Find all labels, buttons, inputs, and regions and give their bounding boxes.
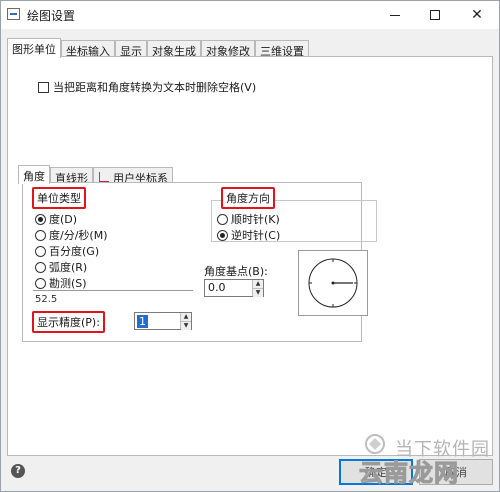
unit-option-radians[interactable]: 弧度(R)	[35, 259, 87, 275]
remove-spaces-checkbox[interactable]	[38, 81, 49, 93]
unit-option-degrees[interactable]: 度(D)	[35, 211, 77, 227]
app-icon	[7, 8, 20, 20]
maximize-icon	[430, 10, 440, 20]
spin-up-icon[interactable]: ▲	[181, 313, 191, 321]
radio-counterclockwise[interactable]	[217, 229, 228, 241]
precision-spin-buttons[interactable]: ▲ ▼	[180, 313, 191, 330]
graphic-units-panel: 当把距离和角度转换为文本时删除空格(V) 角度 直线形 用户坐标系 单位类型 度…	[7, 56, 493, 456]
base-angle-label: 角度基点(B):	[204, 265, 268, 278]
direction-option-label: 逆时针(C)	[231, 229, 281, 242]
precision-value: 1	[137, 315, 148, 328]
base-angle-value[interactable]: 0.0	[205, 280, 252, 296]
tab-object-creation[interactable]: 对象生成	[147, 40, 201, 58]
minimize-button[interactable]	[377, 1, 413, 29]
close-icon: ✕	[471, 7, 483, 23]
maximize-button[interactable]	[417, 1, 453, 29]
unit-option-label: 弧度(R)	[49, 261, 88, 274]
unit-option-label: 度/分/秒(M)	[49, 229, 108, 242]
dialog-window: 绘图设置 ✕ 图形单位 坐标输入 显示 对象生成 对象修改 三维设置 当把距离和…	[0, 0, 500, 492]
close-button[interactable]: ✕	[459, 1, 495, 29]
tab-ucs[interactable]: 用户坐标系	[93, 167, 173, 185]
preview-divider	[33, 290, 193, 291]
tab-angle[interactable]: 角度	[18, 165, 50, 184]
direction-option-label: 顺时针(K)	[231, 213, 280, 226]
radio-dms[interactable]	[35, 229, 46, 241]
angle-preview-box	[298, 250, 368, 316]
title-bar: 绘图设置 ✕	[1, 1, 499, 29]
radio-clockwise[interactable]	[217, 213, 228, 225]
spin-down-icon[interactable]: ▼	[253, 288, 263, 297]
radio-radians[interactable]	[35, 261, 46, 273]
angle-dial-icon	[308, 258, 358, 308]
minimize-icon	[390, 14, 400, 16]
precision-label: 显示精度(P):	[32, 311, 105, 333]
direction-option-counterclockwise[interactable]: 逆时针(C)	[217, 227, 280, 243]
unit-option-surveyor[interactable]: 勘测(S)	[35, 275, 87, 291]
unit-option-label: 度(D)	[49, 213, 78, 226]
radio-degrees[interactable]	[35, 213, 46, 225]
tab-linear[interactable]: 直线形	[50, 167, 93, 185]
base-angle-stepper[interactable]: 0.0 ▲ ▼	[204, 279, 264, 297]
tab-3d-settings[interactable]: 三维设置	[255, 40, 309, 58]
unit-type-label: 单位类型	[32, 187, 86, 209]
settings-tabs: 图形单位 坐标输入 显示 对象生成 对象修改 三维设置	[7, 38, 309, 58]
radio-grads[interactable]	[35, 245, 46, 257]
tab-object-modify[interactable]: 对象修改	[201, 40, 255, 58]
unit-option-label: 百分度(G)	[49, 245, 100, 258]
unit-option-grads[interactable]: 百分度(G)	[35, 243, 99, 259]
base-angle-spin-buttons[interactable]: ▲ ▼	[252, 280, 263, 297]
tab-display[interactable]: 显示	[115, 40, 147, 58]
unit-option-dms[interactable]: 度/分/秒(M)	[35, 227, 108, 243]
unit-preview: 52.5	[35, 294, 58, 305]
precision-stepper[interactable]: 1 ▲ ▼	[134, 312, 192, 330]
unit-option-label: 勘测(S)	[49, 277, 87, 290]
help-icon[interactable]: ?	[11, 464, 25, 478]
spin-down-icon[interactable]: ▼	[181, 321, 191, 330]
spin-up-icon[interactable]: ▲	[253, 280, 263, 288]
unit-subtabs: 角度 直线形 用户坐标系	[18, 165, 173, 185]
direction-label: 角度方向	[221, 187, 275, 209]
window-title: 绘图设置	[27, 9, 76, 23]
remove-spaces-option[interactable]: 当把距离和角度转换为文本时删除空格(V)	[38, 79, 256, 95]
tab-coordinate-input[interactable]: 坐标输入	[61, 40, 115, 58]
remove-spaces-label: 当把距离和角度转换为文本时删除空格(V)	[53, 81, 257, 94]
precision-value-field[interactable]: 1	[137, 315, 178, 328]
ok-button[interactable]: 确定	[339, 459, 413, 485]
tab-graphic-units[interactable]: 图形单位	[7, 38, 61, 58]
radio-surveyor[interactable]	[35, 277, 46, 289]
cancel-button[interactable]: 取消	[419, 459, 493, 485]
direction-option-clockwise[interactable]: 顺时针(K)	[217, 211, 280, 227]
dialog-footer: ? 确定 取消	[1, 457, 499, 492]
